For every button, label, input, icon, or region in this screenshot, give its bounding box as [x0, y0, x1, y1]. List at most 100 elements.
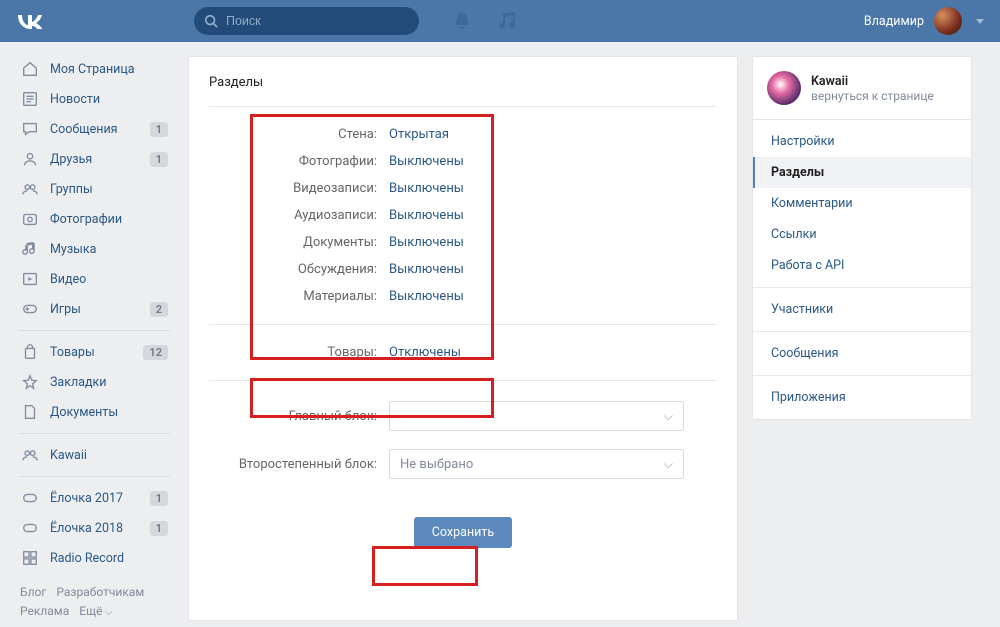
setting-value[interactable]: Выключены — [389, 235, 464, 250]
secondary-block-label: Второстепенный блок: — [209, 457, 389, 472]
sidebar-item-label: Radio Record — [50, 551, 168, 566]
game-icon — [20, 299, 40, 319]
setting-row: Видеозаписи:Выключены — [209, 175, 717, 202]
sidebar-item[interactable]: Фотографии — [14, 204, 174, 234]
sidebar-badge: 1 — [150, 152, 168, 167]
right-nav-item[interactable]: Ссылки — [753, 219, 971, 250]
music-icon[interactable] — [497, 12, 515, 30]
main-block-label: Главный блок: — [209, 409, 389, 424]
sidebar-item[interactable]: Группы — [14, 174, 174, 204]
search-input[interactable] — [226, 14, 409, 28]
sidebar-item[interactable]: Ёлочка 2018 1 — [14, 513, 174, 543]
right-nav-item[interactable]: Приложения — [753, 382, 971, 413]
friend-icon — [20, 149, 40, 169]
sidebar-item[interactable]: Игры 2 — [14, 294, 174, 324]
doc-icon — [20, 402, 40, 422]
sidebar-item-label: Игры — [50, 302, 140, 317]
page-title: Разделы — [209, 75, 717, 107]
sidebar-item-label: Друзья — [50, 152, 140, 167]
right-nav-item[interactable]: Сообщения — [753, 338, 971, 369]
music-icon — [20, 239, 40, 259]
sidebar-item[interactable]: Kawaii — [14, 440, 174, 470]
setting-value[interactable]: Отключены — [389, 345, 461, 360]
select-placeholder: Не выбрано — [400, 457, 473, 472]
game2-icon — [20, 518, 40, 538]
secondary-block-select[interactable]: Не выбрано ⌵ — [389, 449, 684, 479]
sidebar-item[interactable]: Закладки — [14, 367, 174, 397]
footer-dev[interactable]: Разработчикам — [56, 585, 144, 599]
right-nav-item[interactable]: Комментарии — [753, 188, 971, 219]
search-box[interactable] — [194, 7, 419, 35]
sidebar-item[interactable]: Сообщения 1 — [14, 114, 174, 144]
sidebar-badge: 1 — [150, 521, 168, 536]
home-icon — [20, 59, 40, 79]
sidebar-item-label: Моя Страница — [50, 62, 168, 77]
setting-row: Обсуждения:Выключены — [209, 256, 717, 283]
setting-row: Аудиозаписи:Выключены — [209, 202, 717, 229]
sidebar-item[interactable]: Товары 12 — [14, 337, 174, 367]
setting-label: Документы: — [209, 235, 389, 250]
right-sidebar: Kawaii вернуться к странице НастройкиРаз… — [752, 56, 972, 621]
sidebar-item[interactable]: Документы — [14, 397, 174, 427]
msg-icon — [20, 119, 40, 139]
top-header: Владимир — [0, 0, 1000, 42]
sidebar-badge: 1 — [150, 491, 168, 506]
sidebar-item-label: Ёлочка 2018 — [50, 521, 140, 536]
sidebar-badge: 12 — [143, 345, 168, 360]
sidebar-item[interactable]: Radio Record — [14, 543, 174, 573]
save-button[interactable]: Сохранить — [414, 517, 512, 548]
sidebar-item[interactable]: Моя Страница — [14, 54, 174, 84]
footer-more[interactable]: Ещё — [79, 604, 112, 618]
setting-value[interactable]: Выключены — [389, 208, 464, 223]
user-menu[interactable]: Владимир — [864, 7, 984, 35]
sidebar-item[interactable]: Новости — [14, 84, 174, 114]
left-sidebar: Моя Страница Новости Сообщения 1 Друзья 1 Груп… — [14, 42, 174, 621]
right-nav-item[interactable]: Работа с API — [753, 250, 971, 281]
setting-label: Товары: — [209, 345, 389, 360]
game2-icon — [20, 488, 40, 508]
group-avatar-icon — [767, 71, 801, 105]
sidebar-item[interactable]: Музыка — [14, 234, 174, 264]
user-name: Владимир — [864, 14, 924, 29]
group-back-link[interactable]: вернуться к странице — [811, 89, 934, 103]
setting-row: Материалы:Выключены — [209, 283, 717, 310]
sidebar-item-label: Товары — [50, 345, 133, 360]
sidebar-badge: 2 — [150, 302, 168, 317]
setting-value[interactable]: Выключены — [389, 154, 464, 169]
setting-label: Аудиозаписи: — [209, 208, 389, 223]
vk-logo[interactable] — [16, 7, 44, 35]
right-nav-item[interactable]: Участники — [753, 294, 971, 325]
setting-value[interactable]: Выключены — [389, 181, 464, 196]
right-nav-item[interactable]: Разделы — [753, 157, 971, 188]
right-nav-item[interactable]: Настройки — [753, 126, 971, 157]
sidebar-item[interactable]: Видео — [14, 264, 174, 294]
footer-blog[interactable]: Блог — [20, 585, 46, 599]
chevron-down-icon: ⌵ — [664, 409, 673, 424]
user-avatar-icon — [934, 7, 962, 35]
sidebar-item-label: Ёлочка 2017 — [50, 491, 140, 506]
setting-label: Материалы: — [209, 289, 389, 304]
main-panel: Разделы Стена:ОткрытаяФотографии:Выключе… — [188, 56, 738, 621]
notifications-icon[interactable] — [453, 12, 471, 30]
setting-row: Документы:Выключены — [209, 229, 717, 256]
sidebar-item-label: Закладки — [50, 375, 168, 390]
setting-label: Видеозаписи: — [209, 181, 389, 196]
sidebar-item[interactable]: Ёлочка 2017 1 — [14, 483, 174, 513]
sidebar-item-label: Новости — [50, 92, 168, 107]
group-card[interactable]: Kawaii вернуться к странице — [752, 56, 972, 120]
setting-value[interactable]: Открытая — [389, 127, 449, 142]
sidebar-item-label: Музыка — [50, 242, 168, 257]
sidebar-item-label: Сообщения — [50, 122, 140, 137]
main-block-select[interactable]: ⌵ — [389, 401, 684, 431]
sidebar-badge: 1 — [150, 122, 168, 137]
group-title: Kawaii — [811, 74, 934, 89]
sidebar-item-label: Фотографии — [50, 212, 168, 227]
setting-row: Стена:Открытая — [209, 121, 717, 148]
video-icon — [20, 269, 40, 289]
footer-links: Блог Разработчикам Реклама Ещё — [14, 583, 174, 621]
sidebar-item[interactable]: Друзья 1 — [14, 144, 174, 174]
footer-ads[interactable]: Реклама — [20, 604, 69, 618]
setting-value[interactable]: Выключены — [389, 289, 464, 304]
setting-value[interactable]: Выключены — [389, 262, 464, 277]
sidebar-item-label: Документы — [50, 405, 168, 420]
